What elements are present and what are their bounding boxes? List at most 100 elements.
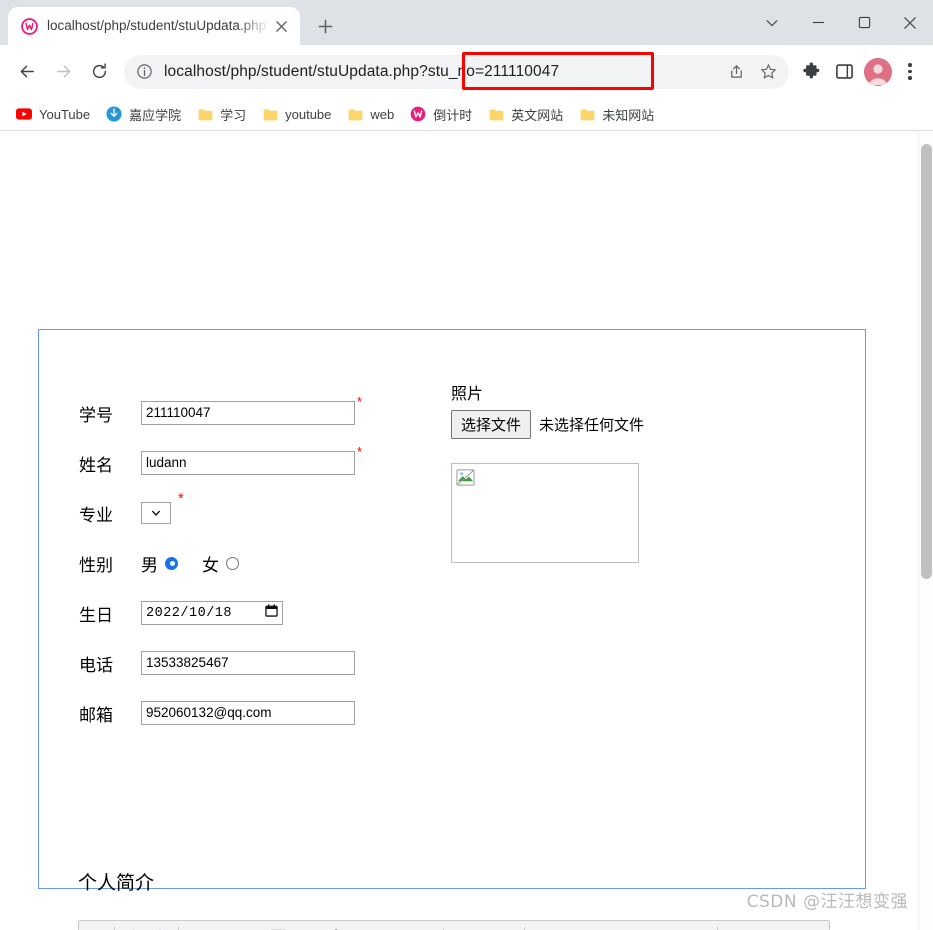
maximize-icon[interactable]: [841, 0, 887, 45]
gender-option-female-label: 女: [202, 555, 219, 575]
major-select[interactable]: [141, 502, 171, 524]
student-no-input[interactable]: 211110047: [141, 401, 355, 425]
forward-arrow-icon[interactable]: [46, 55, 80, 89]
undo-icon[interactable]: [120, 923, 146, 930]
field-row-email: 邮箱 952060132@qq.com: [79, 688, 409, 738]
navigation-toolbar: localhost/php/student/stuUpdata.php?stu_…: [0, 45, 933, 98]
subscript-icon[interactable]: X2: [346, 923, 372, 930]
bookmark-label: 英文网站: [511, 107, 564, 123]
field-row-gender: 性别 男 女: [79, 538, 409, 588]
share-icon[interactable]: [721, 57, 751, 87]
email-input[interactable]: 952060132@qq.com: [141, 701, 355, 725]
youtube-icon: [16, 106, 32, 122]
ordered-list-dropdown[interactable]: [635, 923, 646, 930]
broken-image-icon: [456, 469, 475, 491]
bold-icon[interactable]: B: [184, 923, 210, 930]
page-scrollbar[interactable]: [918, 131, 933, 930]
magic-wand-dropdown[interactable]: [454, 923, 465, 930]
close-icon[interactable]: [887, 0, 933, 45]
profile-section-title: 个人简介: [78, 872, 155, 894]
strikethrough-icon[interactable]: ABC: [292, 923, 318, 930]
site-info-icon[interactable]: [136, 63, 154, 81]
bookmark-folder-study[interactable]: 学习: [189, 101, 254, 127]
new-tab-button[interactable]: [310, 11, 340, 41]
gender-radio-male[interactable]: [165, 556, 178, 570]
required-marker: *: [357, 444, 363, 459]
puzzle-piece-icon[interactable]: [797, 57, 827, 87]
page-content: 学号 211110047 * 姓名 ludann * 专业 * 性别 男 女 生…: [0, 131, 918, 930]
editor-toolbar-row-1: HTMLBIUAABCX2X2“TAab123a: [79, 921, 829, 930]
back-arrow-icon[interactable]: [10, 55, 44, 89]
magic-wand-icon[interactable]: [427, 923, 453, 930]
field-row-birthday: 生日 2022/10/18: [79, 588, 409, 638]
reload-icon[interactable]: [82, 55, 116, 89]
paste-text-icon[interactable]: T: [493, 923, 519, 930]
border-text-icon[interactable]: A: [265, 923, 291, 930]
field-label: 学号: [79, 405, 113, 426]
tab-close-icon[interactable]: [270, 15, 292, 37]
bookmark-folder-web[interactable]: web: [339, 101, 402, 127]
field-label: 邮箱: [79, 705, 113, 726]
bookmarks-bar: YouTube 嘉应学院 学习 youtube web 倒计时 英文网站 未知网…: [0, 98, 933, 131]
browser-window: localhost/php/student/stuUpdata.php?stu_…: [0, 0, 933, 930]
highlight-color-icon[interactable]: ab: [569, 923, 595, 930]
birthday-date-input[interactable]: 2022/10/18: [141, 601, 283, 625]
ordered-list-icon[interactable]: 123: [608, 923, 634, 930]
blue-circle-icon: [106, 106, 122, 122]
underline-icon[interactable]: U: [238, 923, 264, 930]
highlight-dropdown[interactable]: [596, 923, 607, 930]
eraser-icon[interactable]: [373, 923, 399, 930]
bookmark-label: youtube: [285, 106, 332, 122]
w-logo-icon: [410, 106, 426, 122]
choose-file-button[interactable]: 选择文件: [451, 410, 532, 439]
superscript-icon[interactable]: X2: [319, 923, 345, 930]
url-highlighted-text: p?stu_no=211110047: [410, 62, 560, 80]
address-bar[interactable]: localhost/php/student/stuUpdata.php?stu_…: [124, 54, 789, 89]
minimize-icon[interactable]: [795, 0, 841, 45]
rich-text-editor-toolbar: HTMLBIUAABCX2X2“TAab123a自定义标题段落格式字体字号¶¶A…: [78, 920, 830, 930]
bookmark-label: web: [370, 106, 395, 122]
phone-input[interactable]: 13533825467: [141, 651, 355, 675]
field-label: 生日: [79, 605, 113, 626]
tab-search-icon[interactable]: [749, 0, 795, 45]
bookmark-label: YouTube: [39, 106, 91, 122]
gender-radio-female[interactable]: [226, 556, 239, 570]
unordered-list-dropdown[interactable]: [674, 923, 685, 930]
name-input[interactable]: ludann: [141, 451, 355, 475]
redo-icon[interactable]: [147, 923, 173, 930]
unordered-list-icon[interactable]: [647, 923, 673, 930]
fullscreen-icon[interactable]: [723, 923, 749, 930]
file-status-text: 未选择任何文件: [539, 416, 645, 434]
page-viewport: 学号 211110047 * 姓名 ludann * 专业 * 性别 男 女 生…: [0, 131, 933, 930]
photo-section: 照片 选择文件 未选择任何文件: [451, 380, 781, 563]
field-label: 性别: [79, 555, 113, 576]
bookmark-folder-unknown-sites[interactable]: 未知网站: [571, 101, 662, 127]
bookmark-youtube[interactable]: YouTube: [8, 101, 98, 127]
format-brush-icon[interactable]: [400, 923, 426, 930]
font-color-dropdown[interactable]: [557, 923, 568, 930]
anchor-text-icon[interactable]: a: [686, 923, 712, 930]
three-dots-menu-icon[interactable]: [897, 57, 923, 87]
chevron-down-icon: [152, 510, 160, 516]
bookmark-jiaying-college[interactable]: 嘉应学院: [98, 101, 189, 127]
font-color-icon[interactable]: A: [530, 923, 556, 930]
w-logo-icon: [20, 17, 38, 35]
browser-tab[interactable]: localhost/php/student/stuUpdata.php?stu_…: [8, 7, 300, 45]
field-label: 专业: [79, 505, 113, 526]
star-icon[interactable]: [753, 57, 783, 87]
side-panel-icon[interactable]: [829, 57, 859, 87]
quote-icon[interactable]: “: [466, 923, 492, 930]
bookmark-folder-english-sites[interactable]: 英文网站: [480, 101, 571, 127]
folder-icon: [347, 106, 363, 122]
field-row-student-no: 学号 211110047 *: [79, 388, 409, 438]
bookmark-folder-youtube[interactable]: youtube: [254, 101, 339, 127]
tab-strip: localhost/php/student/stuUpdata.php?stu_…: [0, 0, 933, 45]
csdn-watermark: CSDN @汪汪想变强: [746, 892, 908, 912]
bookmark-countdown[interactable]: 倒计时: [402, 101, 480, 127]
bookmark-label: 未知网站: [602, 107, 655, 123]
scrollbar-thumb[interactable]: [921, 144, 932, 579]
avatar[interactable]: [864, 57, 892, 86]
calendar-icon[interactable]: [265, 604, 278, 622]
html-source-button[interactable]: HTML: [83, 923, 109, 930]
italic-icon[interactable]: I: [211, 923, 237, 930]
